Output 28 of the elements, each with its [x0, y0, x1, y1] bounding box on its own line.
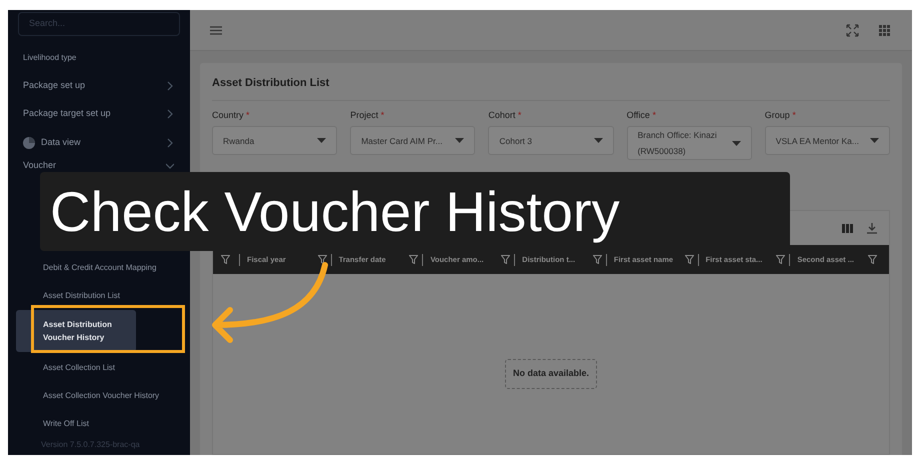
sidebar-subitem[interactable]: Asset Collection List [16, 354, 184, 380]
field-label: Group * [764, 108, 797, 122]
sidebar-item-label: Package set up [23, 79, 86, 92]
sidebar-item-label: Package target set up [23, 107, 111, 120]
sidebar-subitem[interactable]: Debit & Credit Account Mapping [16, 254, 184, 280]
sidebar-item[interactable]: Package set up [8, 72, 190, 100]
sidebar-item[interactable]: Package target set up [8, 100, 190, 128]
sidebar-subitem[interactable]: Write Off List [16, 410, 184, 436]
sidebar-item[interactable]: Livelihood type [8, 44, 190, 72]
page-title: Asset Distribution List [212, 75, 890, 100]
field-label: Country * [212, 108, 251, 122]
sidebar-item[interactable]: Voucher [8, 158, 190, 174]
sidebar-item-label: Voucher [23, 159, 56, 172]
select-field[interactable]: Branch Office: Kinazi (RW500038) [626, 126, 752, 160]
caption-banner: Check Voucher History [40, 172, 790, 251]
sidebar-subitem[interactable]: Asset Distribution Voucher History [16, 310, 136, 352]
field-label: Project * [350, 108, 386, 122]
select-field[interactable]: Master Card AIM Pr... [350, 126, 476, 155]
select-field[interactable]: VSLA EA Mentor Ka... [764, 126, 890, 155]
sidebar-item-label: Data view [41, 136, 81, 150]
sidebar-subitem[interactable]: Asset Distribution List [16, 282, 184, 308]
sidebar-item[interactable]: Data view [8, 128, 190, 158]
empty-message: No data available. [504, 359, 598, 389]
field-label: Cohort * [488, 108, 522, 122]
select-field[interactable]: Cohort 3 [488, 126, 614, 155]
field-label: Office * [626, 108, 657, 122]
select-field[interactable]: Rwanda [212, 126, 338, 155]
sidebar-subitem[interactable]: Asset Collection Voucher History [16, 382, 184, 408]
